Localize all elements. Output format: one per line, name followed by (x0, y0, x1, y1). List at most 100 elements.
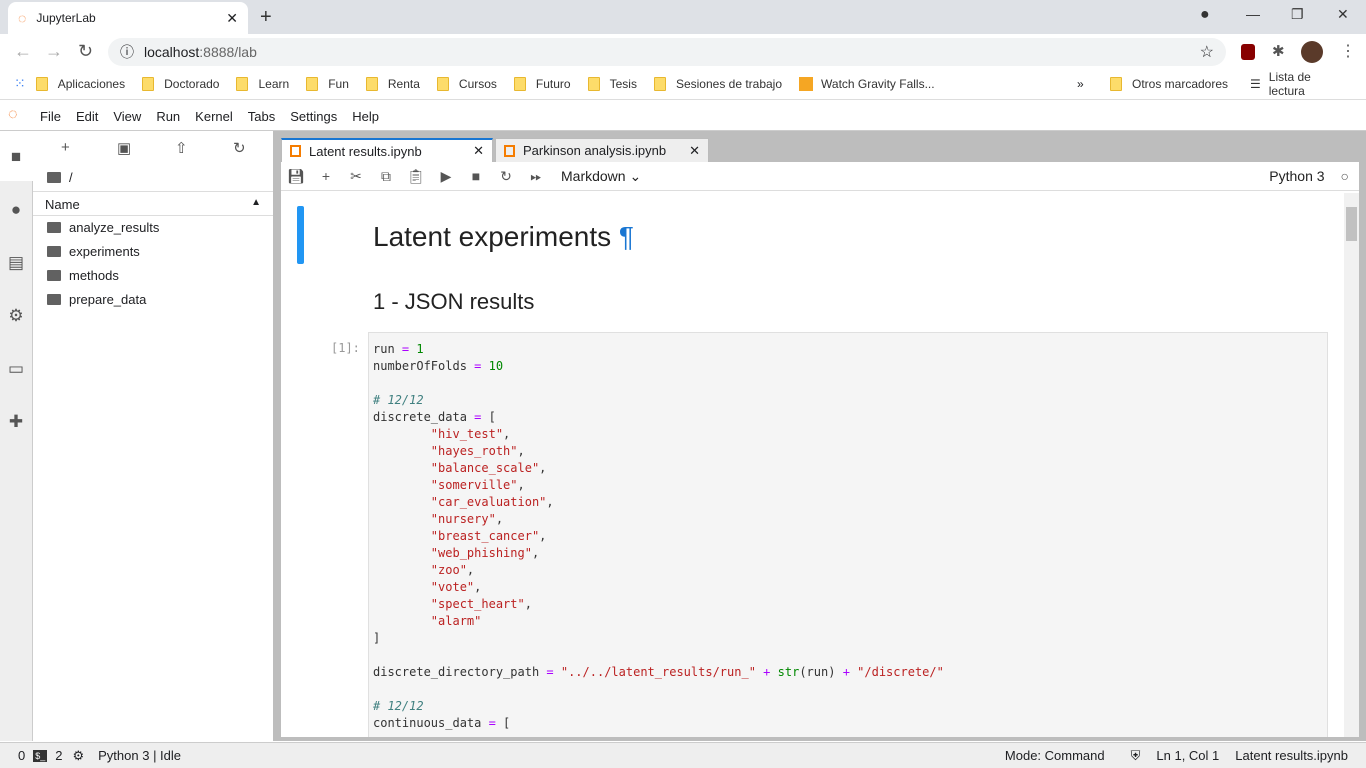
star-icon[interactable]: ☆ (1200, 42, 1214, 62)
browser-tab[interactable]: ◌ JupyterLab ✕ (8, 2, 248, 34)
save-icon[interactable]: 💾︎ (281, 168, 311, 185)
bookmark-label: Cursos (458, 76, 497, 91)
restart-icon[interactable]: ↻ (491, 168, 521, 185)
scrollbar[interactable] (1344, 193, 1359, 737)
tab-parkinson-analysis[interactable]: Parkinson analysis.ipynb ✕ (495, 138, 709, 162)
menu-tabs[interactable]: Tabs (248, 109, 275, 124)
code-token: [ (481, 410, 496, 424)
cell-collapser[interactable] (297, 206, 304, 264)
status-kernels[interactable]: 2 (55, 748, 62, 763)
running-icon[interactable]: ● (6, 200, 26, 220)
fast-forward-icon[interactable]: ⏩︎ (521, 168, 551, 185)
close-icon[interactable]: ✕ (473, 143, 484, 159)
insert-cell-icon[interactable]: + (311, 168, 341, 184)
tabs-icon[interactable]: ▭ (6, 359, 26, 379)
file-item[interactable]: prepare_data (47, 292, 146, 307)
kernel-name[interactable]: Python 3 (1269, 168, 1324, 184)
reading-list[interactable]: ☰ Lista de lectura (1250, 70, 1349, 98)
code-line: discrete_directory_path = "../../latent_… (373, 664, 1323, 681)
file-browser: + ▣ ⇧ ↻ / Name ▲ analyze_results experimen… (33, 131, 273, 741)
more-bookmarks[interactable]: » (1077, 77, 1084, 91)
code-token: 1 (416, 342, 424, 356)
code-cell[interactable]: run = 1 numberOfFolds = 10 # 12/12 discrete… (368, 332, 1328, 737)
code-token: , (546, 495, 554, 509)
menu-run[interactable]: Run (156, 109, 180, 124)
bookmark-item[interactable]: Cursos (436, 76, 497, 91)
name-column-header[interactable]: Name ▲ (33, 191, 273, 216)
cursor-position[interactable]: Ln 1, Col 1 (1156, 748, 1219, 763)
property-inspector-icon[interactable]: ▤ (6, 253, 26, 273)
cut-icon[interactable]: ✂ (341, 168, 371, 185)
menu-view[interactable]: View (113, 109, 141, 124)
file-item[interactable]: methods (47, 268, 119, 283)
bookmark-label: Tesis (609, 76, 637, 91)
cell-type-select[interactable]: Markdown ⌄ (561, 168, 641, 185)
bookmark-item[interactable]: Watch Gravity Falls... (799, 76, 935, 91)
scrollbar-thumb[interactable] (1346, 207, 1357, 241)
tab-latent-results[interactable]: Latent results.ipynb ✕ (281, 138, 493, 162)
reload-icon[interactable]: ↻ (78, 41, 93, 62)
bookmark-item[interactable]: Tesis (587, 76, 637, 91)
ublock-icon[interactable] (1241, 44, 1255, 60)
file-browser-icon[interactable]: ■ (6, 147, 26, 167)
browser-menu-icon[interactable]: ⋮ (1340, 41, 1356, 61)
new-folder-icon[interactable]: ▣ (117, 139, 131, 157)
menu-file[interactable]: File (40, 109, 61, 124)
profile-menu-icon[interactable]: ● (1200, 6, 1210, 24)
upload-icon[interactable]: ⇧ (175, 139, 188, 157)
avatar[interactable] (1301, 41, 1323, 63)
new-tab-button[interactable]: + (260, 6, 272, 29)
menu-edit[interactable]: Edit (76, 109, 98, 124)
code-line: "car_evaluation", (373, 494, 1323, 511)
close-window-button[interactable]: ✕ (1337, 6, 1349, 23)
forward-icon[interactable]: → (45, 41, 63, 62)
file-item[interactable]: analyze_results (47, 220, 159, 235)
menu-kernel[interactable]: Kernel (195, 109, 233, 124)
bookmark-label: Futuro (535, 76, 571, 91)
new-launcher-icon[interactable]: + (61, 139, 70, 156)
close-tab-icon[interactable]: ✕ (226, 10, 238, 27)
gears-icon[interactable]: ⚙ (6, 306, 26, 326)
menu-help[interactable]: Help (352, 109, 379, 124)
extensions-icon[interactable]: ✱ (1272, 42, 1285, 60)
code-token: , (539, 529, 547, 543)
bookmark-item[interactable]: Aplicaciones (35, 76, 125, 91)
code-token: "vote" (430, 580, 475, 594)
extension-puzzle-icon[interactable]: ✚ (6, 412, 26, 432)
bookmark-item[interactable]: Renta (365, 76, 420, 91)
bookmark-item[interactable]: Futuro (513, 76, 571, 91)
apps-icon[interactable]: ⁙ (14, 75, 26, 92)
breadcrumb[interactable]: / (47, 170, 73, 185)
run-icon[interactable]: ▶ (431, 168, 461, 185)
anchor-link[interactable]: ¶ (619, 221, 634, 252)
paste-icon[interactable]: 📋︎ (401, 168, 431, 185)
back-icon[interactable]: ← (14, 41, 32, 62)
folder-icon (653, 76, 666, 91)
bookmark-item[interactable]: Doctorado (142, 76, 219, 91)
notebook-heading-1: Latent experiments ¶ (373, 221, 634, 253)
code-token: "web_phishing" (430, 546, 532, 560)
refresh-icon[interactable]: ↻ (233, 139, 246, 157)
url-input[interactable]: ⓘ localhost:8888/lab ☆ (108, 38, 1226, 66)
close-icon[interactable]: ✕ (689, 143, 700, 159)
code-token: "somerville" (430, 478, 518, 492)
minimize-button[interactable]: — (1246, 6, 1260, 22)
stop-icon[interactable]: ■ (461, 168, 491, 184)
bookmark-item[interactable]: Learn (236, 76, 289, 91)
copy-icon[interactable]: ⧉ (371, 168, 401, 185)
status-count[interactable]: 0 (18, 748, 25, 763)
bookmark-other[interactable]: Otros marcadores (1110, 76, 1228, 91)
kernel-status[interactable]: Python 3 | Idle (98, 748, 181, 763)
menu-settings[interactable]: Settings (290, 109, 337, 124)
restore-button[interactable]: ❐ (1291, 6, 1304, 23)
bookmark-item[interactable]: Fun (306, 76, 349, 91)
bookmark-item[interactable]: Sesiones de trabajo (653, 76, 782, 91)
folder-icon (513, 76, 526, 91)
file-item[interactable]: experiments (47, 244, 140, 259)
